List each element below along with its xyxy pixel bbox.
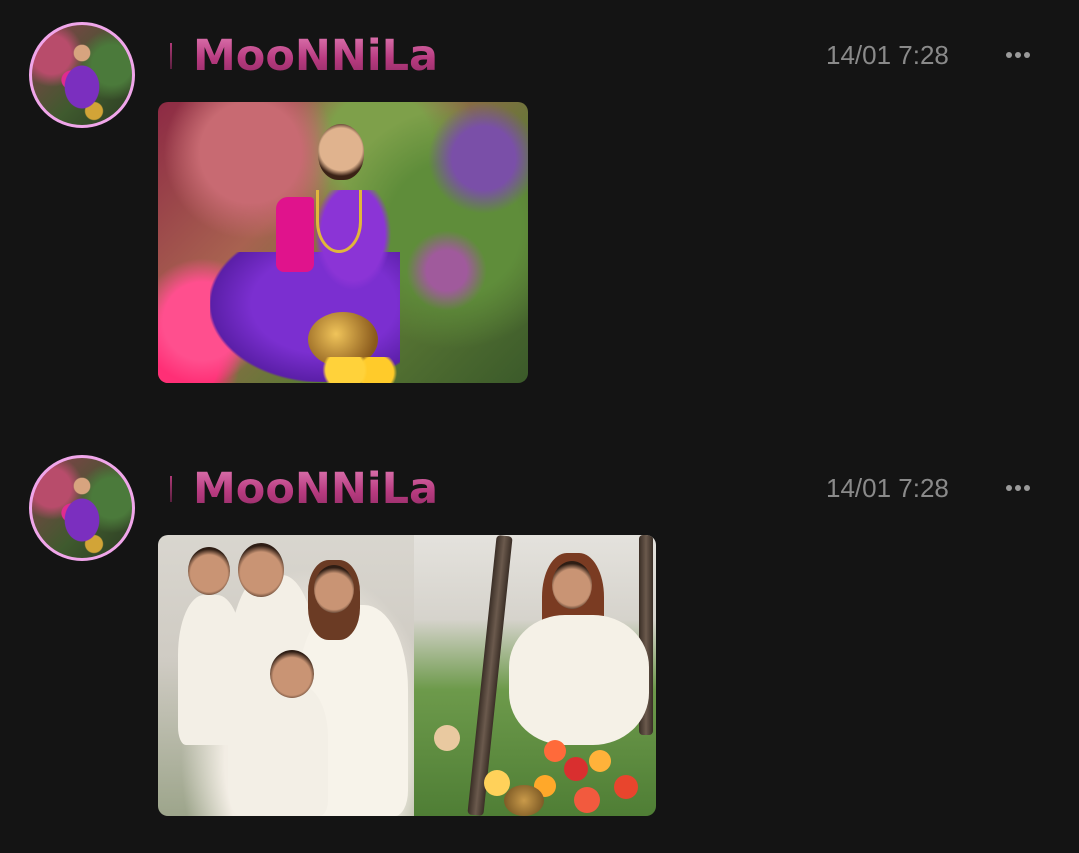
photo-figure-child xyxy=(178,595,243,745)
message-timestamp: 14/01 7:28 xyxy=(826,40,949,70)
user-avatar-icon[interactable] xyxy=(29,455,135,561)
name-divider xyxy=(170,43,172,69)
more-dot xyxy=(1015,485,1021,491)
message-timestamp: 14/01 7:28 xyxy=(826,473,949,503)
photo-flowers xyxy=(318,357,408,383)
collage-photo-fruits[interactable] xyxy=(414,535,656,816)
user-avatar-icon[interactable] xyxy=(29,22,135,128)
photo-fruit xyxy=(564,757,588,781)
photo-face xyxy=(314,565,354,613)
message-photo-collage xyxy=(158,535,656,816)
photo-fruit xyxy=(434,725,460,751)
more-dot xyxy=(1006,52,1012,58)
photo-face xyxy=(188,547,230,595)
photo-face xyxy=(318,124,364,180)
message-post: MooNNiLa 14/01 7:28 xyxy=(0,22,1079,402)
photo-fruit xyxy=(574,787,600,813)
username[interactable]: MooNNiLa xyxy=(193,465,438,513)
photo-figure-child xyxy=(258,685,328,816)
username[interactable]: MooNNiLa xyxy=(193,32,438,80)
photo-face xyxy=(552,561,592,609)
more-dot xyxy=(1015,52,1021,58)
photo-figure-woman xyxy=(509,615,649,745)
more-dot xyxy=(1024,52,1030,58)
photo-fruit xyxy=(614,775,638,799)
more-options-icon[interactable] xyxy=(1001,473,1035,503)
more-dot xyxy=(1006,485,1012,491)
message-photo[interactable] xyxy=(158,102,528,383)
more-options-icon[interactable] xyxy=(1001,40,1035,70)
photo-face xyxy=(238,543,284,597)
message-post: MooNNiLa 14/01 7:28 xyxy=(0,455,1079,835)
photo-face xyxy=(270,650,314,698)
photo-necklace xyxy=(316,190,362,253)
collage-photo-family[interactable] xyxy=(158,535,414,816)
name-divider xyxy=(170,476,172,502)
photo-blouse xyxy=(276,197,314,272)
more-dot xyxy=(1024,485,1030,491)
photo-pot xyxy=(504,785,544,816)
photo-fruit xyxy=(589,750,611,772)
message-feed: MooNNiLa 14/01 7:28 MooNNiLa 14/01 7:28 xyxy=(0,0,1079,853)
photo-fruit xyxy=(544,740,566,762)
